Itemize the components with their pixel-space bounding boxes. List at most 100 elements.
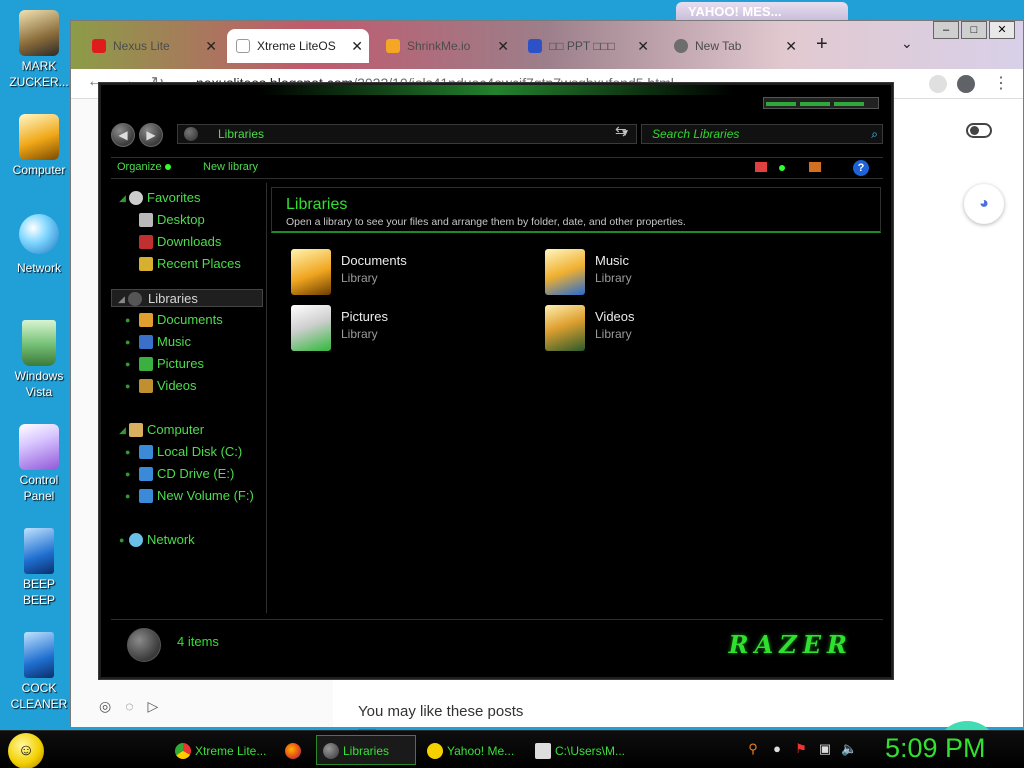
start-smiley-icon[interactable]: ☺: [8, 733, 44, 768]
nav-local-disk[interactable]: ● Local Disk (C:): [111, 443, 242, 461]
profile-avatar-icon[interactable]: [957, 75, 975, 93]
volume-icon[interactable]: 🔈: [841, 741, 857, 757]
bullet-icon: ●: [125, 337, 131, 347]
expand-icon[interactable]: ◢: [118, 290, 126, 308]
nav-pictures[interactable]: ● Pictures: [111, 355, 204, 373]
close-icon[interactable]: ✕: [205, 29, 217, 63]
music-icon: [139, 335, 153, 349]
expand-icon[interactable]: ◢: [119, 189, 127, 207]
chat-bubble-icon[interactable]: ◕: [964, 184, 1004, 224]
taskbar-clock[interactable]: 5:09 PM: [885, 733, 986, 764]
twitter-icon[interactable]: ◌: [125, 698, 133, 715]
nav-label: Desktop: [157, 212, 205, 227]
recycle-bin-icon: [22, 320, 56, 366]
tab-new-tab[interactable]: New Tab ✕: [665, 29, 803, 63]
minimize-icon[interactable]: –: [933, 21, 959, 39]
page-title: Libraries: [286, 196, 348, 213]
tab-nexus-lite[interactable]: Nexus Lite ✕: [83, 29, 223, 63]
nav-cd-drive[interactable]: ● CD Drive (E:): [111, 465, 234, 483]
control-panel-icon: [19, 424, 59, 470]
expand-icon[interactable]: ◢: [119, 421, 127, 439]
nav-computer[interactable]: ◢ Computer: [111, 421, 204, 439]
tab-xtreme-liteos[interactable]: Xtreme LiteOS ✕: [227, 29, 369, 63]
desktop-icon-network[interactable]: Network: [2, 214, 76, 276]
desktop-icon-mark-zucker[interactable]: MARK ZUCKER...: [2, 10, 76, 90]
nav-new-volume[interactable]: ● New Volume (F:): [111, 487, 254, 505]
nav-label: Videos: [157, 378, 197, 393]
taskbar-item-firefox[interactable]: [278, 735, 312, 765]
tab-label: Nexus Lite: [113, 39, 170, 53]
nav-label: Downloads: [157, 234, 222, 249]
explorer-search-input[interactable]: Search Libraries ⌕: [641, 124, 883, 144]
desktop-icon-windows-vista[interactable]: Windows Vista: [2, 320, 76, 400]
library-name: Videos: [595, 309, 635, 324]
desktop-icon-computer[interactable]: Computer: [2, 114, 76, 178]
close-icon[interactable]: ✕: [351, 29, 363, 63]
network-tray-icon[interactable]: ▣: [817, 741, 833, 757]
address-text: Libraries: [218, 127, 265, 141]
tab-search-chevron-icon[interactable]: ⌄: [901, 35, 913, 52]
taskbar-item-libraries[interactable]: Libraries: [316, 735, 416, 765]
desktop-icon-beep-beep[interactable]: BEEP BEEP: [2, 528, 76, 608]
instagram-icon[interactable]: ◎: [99, 698, 111, 715]
library-documents[interactable]: Documents Library: [291, 249, 531, 297]
organize-button[interactable]: Organize: [117, 161, 171, 173]
nav-recent-places[interactable]: Recent Places: [111, 255, 241, 273]
dark-mode-toggle[interactable]: [966, 123, 992, 138]
new-tab-icon[interactable]: +: [816, 33, 828, 56]
taskbar-item-7zip[interactable]: C:\Users\M...: [528, 735, 628, 765]
close-window-icon[interactable]: ✕: [989, 21, 1015, 39]
close-icon[interactable]: ✕: [497, 29, 509, 63]
desktop-icon-label: Windows Vista: [14, 369, 64, 399]
nav-videos[interactable]: ● Videos: [111, 377, 197, 395]
explorer-caption-buttons[interactable]: [763, 97, 879, 109]
tab-ppt[interactable]: □□ PPT □□□ ✕: [519, 29, 655, 63]
yahoo-messenger-window-peek[interactable]: YAHOO! MES...: [676, 2, 848, 22]
library-videos[interactable]: Videos Library: [545, 305, 785, 353]
youtube-icon[interactable]: ▷: [148, 698, 159, 715]
taskbar-item-yahoo[interactable]: Yahoo! Me...: [420, 735, 524, 765]
refresh-icon[interactable]: ⇆: [615, 123, 627, 140]
library-music[interactable]: Music Library: [545, 249, 785, 297]
taskbar-item-chrome[interactable]: Xtreme Lite...: [168, 735, 272, 765]
maximize-icon[interactable]: □: [961, 21, 987, 39]
related-posts-heading: You may like these posts: [358, 703, 524, 720]
new-library-button[interactable]: New library: [203, 161, 258, 173]
computer-icon: [19, 114, 59, 160]
nav-favorites[interactable]: ◢ Favorites: [111, 189, 200, 207]
nav-downloads[interactable]: Downloads: [111, 233, 221, 251]
yahoo-tray-icon[interactable]: ●: [769, 741, 785, 757]
nav-desktop[interactable]: Desktop: [111, 211, 205, 229]
menu-kebab-icon[interactable]: ⋮: [993, 73, 1009, 93]
library-pictures[interactable]: Pictures Library: [291, 305, 531, 353]
explorer-window: ◀ ▶ Libraries ▼ ⇆ Search Libraries ⌕ Org…: [99, 83, 893, 679]
nav-libraries[interactable]: ◢ Libraries: [111, 289, 263, 307]
action-center-flag-icon[interactable]: ⚑: [793, 741, 809, 757]
forward-icon[interactable]: ▶: [139, 123, 163, 147]
chrome-icon: [175, 743, 191, 759]
view-options-icon[interactable]: [755, 162, 767, 172]
nav-label: Computer: [147, 422, 205, 437]
nav-documents[interactable]: ● Documents: [111, 311, 223, 329]
search-icon[interactable]: ⚲: [745, 741, 761, 757]
desktop-icon-control-panel[interactable]: Control Panel: [2, 424, 76, 504]
desktop-icon-cock-cleaner[interactable]: COCK CLEANER: [2, 632, 76, 712]
preview-pane-icon[interactable]: [809, 162, 821, 172]
nav-label: New Volume (F:): [157, 488, 254, 503]
nav-music[interactable]: ● Music: [111, 333, 191, 351]
close-icon[interactable]: ✕: [637, 29, 649, 63]
nav-network[interactable]: ● Network: [111, 531, 195, 549]
details-pane: 4 items RAZER: [111, 619, 883, 669]
explorer-address-bar[interactable]: Libraries ▼: [177, 124, 637, 144]
tab-shrinkme[interactable]: ShrinkMe.io ✕: [377, 29, 515, 63]
help-icon[interactable]: ?: [853, 160, 869, 176]
back-icon[interactable]: ◀: [111, 123, 135, 147]
search-icon[interactable]: ⌕: [871, 125, 878, 143]
view-dropdown-icon[interactable]: [779, 165, 785, 171]
desktop-icon-label: Computer: [12, 163, 66, 177]
tab-label: New Tab: [695, 39, 742, 53]
close-icon[interactable]: ✕: [785, 29, 797, 63]
nav-label: Pictures: [157, 356, 204, 371]
desktop-icon: [139, 213, 153, 227]
extensions-icon[interactable]: [929, 75, 947, 93]
